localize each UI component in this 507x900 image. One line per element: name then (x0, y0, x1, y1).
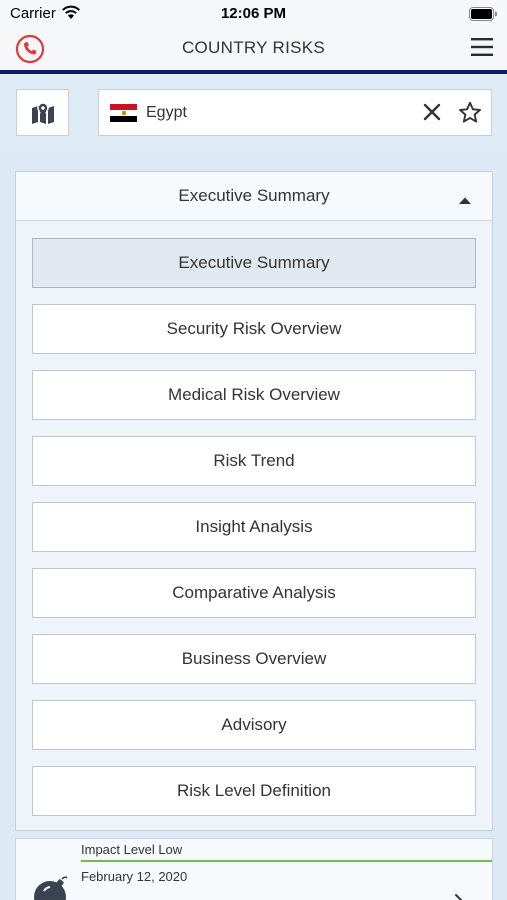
section-item-label: Risk Level Definition (176, 781, 331, 800)
section-item-business-overview[interactable]: Business Overview (32, 634, 476, 684)
section-dropdown-label: Executive Summary (178, 186, 330, 205)
section-item-label: Insight Analysis (195, 517, 313, 536)
map-button[interactable] (16, 89, 69, 136)
section-item-risk-level-definition[interactable]: Risk Level Definition (32, 766, 476, 816)
section-item-label: Executive Summary (178, 253, 330, 272)
section-item-executive-summary[interactable]: Executive Summary (32, 238, 476, 288)
status-time: 12:06 PM (220, 5, 287, 22)
impact-level-label: Impact Level Low (81, 842, 183, 857)
star-icon[interactable] (458, 101, 482, 129)
news-card[interactable]: Impact Level Low February 12, 2020 (15, 838, 493, 900)
bomb-icon (32, 875, 72, 900)
selected-country: Egypt (146, 104, 187, 121)
section-item-risk-trend[interactable]: Risk Trend (32, 436, 476, 486)
egypt-flag-icon (110, 104, 137, 122)
map-icon (32, 102, 54, 124)
section-item-medical-risk-overview[interactable]: Medical Risk Overview (32, 370, 476, 420)
status-bar: Carrier 12:06 PM (0, 0, 507, 28)
section-item-label: Risk Trend (213, 451, 295, 470)
hamburger-menu-icon[interactable] (471, 37, 493, 62)
nav-bar: COUNTRY RISKS (0, 28, 507, 70)
section-dropdown-header[interactable]: Executive Summary (16, 172, 492, 221)
country-search-field[interactable]: Egypt (98, 89, 492, 136)
impact-level-bar (81, 860, 492, 862)
section-item-label: Business Overview (181, 649, 327, 668)
caret-up-icon[interactable] (458, 192, 472, 210)
flag-emblem (121, 111, 126, 115)
section-item-label: Medical Risk Overview (168, 385, 340, 404)
search-row: Egypt (0, 74, 507, 152)
section-item-label: Advisory (221, 715, 287, 734)
section-item-insight-analysis[interactable]: Insight Analysis (32, 502, 476, 552)
clear-icon[interactable] (422, 102, 442, 127)
chevron-right-icon[interactable] (454, 893, 464, 900)
news-date: February 12, 2020 (81, 869, 188, 884)
section-item-comparative-analysis[interactable]: Comparative Analysis (32, 568, 476, 618)
page-title: COUNTRY RISKS (181, 38, 326, 57)
battery-icon (469, 7, 498, 26)
report-sections-panel: Executive Summary Executive Summary Secu… (15, 171, 493, 831)
flag-stripe-black (110, 116, 137, 122)
section-item-advisory[interactable]: Advisory (32, 700, 476, 750)
section-item-label: Comparative Analysis (172, 583, 336, 602)
section-item-label: Security Risk Overview (166, 319, 342, 338)
section-item-security-risk-overview[interactable]: Security Risk Overview (32, 304, 476, 354)
